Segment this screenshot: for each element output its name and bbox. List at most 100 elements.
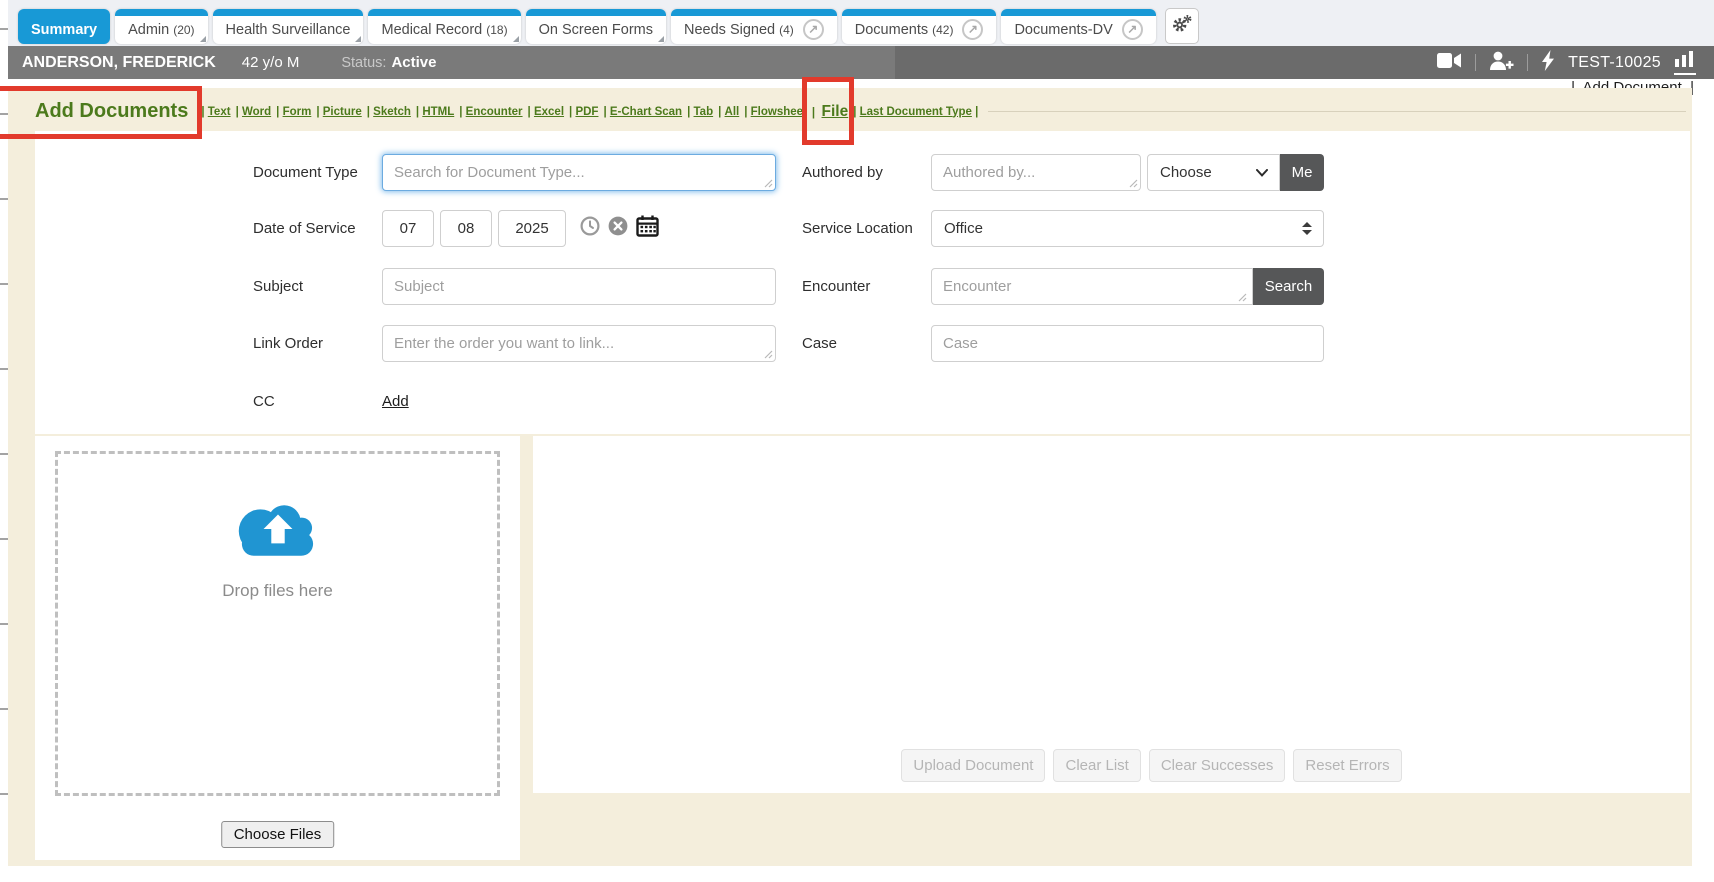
tab-documents-dv[interactable]: Documents-DV ↗ bbox=[1001, 9, 1155, 44]
upload-document-button[interactable]: Upload Document bbox=[901, 749, 1045, 782]
divider bbox=[1527, 54, 1528, 71]
popout-arrow-icon[interactable]: ↗ bbox=[803, 19, 824, 40]
popout-arrow-icon[interactable]: ↗ bbox=[1122, 19, 1143, 40]
tab-documents[interactable]: Documents (42) ↗ bbox=[842, 9, 997, 44]
chevron-down-icon bbox=[1256, 169, 1268, 177]
tab-label: Admin bbox=[128, 22, 169, 38]
clear-successes-button[interactable]: Clear Successes bbox=[1149, 749, 1286, 782]
tab-summary[interactable]: Summary bbox=[18, 9, 110, 44]
case-input[interactable] bbox=[931, 325, 1324, 362]
doc-link-picture[interactable]: Picture bbox=[323, 106, 362, 118]
case-label: Case bbox=[802, 335, 931, 352]
tab-settings-button[interactable] bbox=[1165, 8, 1199, 44]
tab-on-screen-forms[interactable]: On Screen Forms bbox=[526, 9, 666, 44]
ruler-tick bbox=[0, 453, 8, 455]
divider bbox=[1475, 54, 1476, 71]
ruler-tick bbox=[0, 708, 8, 710]
date-year-input[interactable] bbox=[498, 210, 566, 247]
lightning-icon[interactable] bbox=[1541, 50, 1555, 76]
me-button[interactable]: Me bbox=[1280, 154, 1324, 191]
header-divider-line bbox=[988, 111, 1686, 112]
doc-link-last-document-type[interactable]: Last Document Type bbox=[860, 106, 972, 118]
subject-label: Subject bbox=[253, 278, 382, 295]
tab-count: (4) bbox=[779, 23, 794, 37]
tab-count: (18) bbox=[486, 23, 507, 37]
reset-errors-button[interactable]: Reset Errors bbox=[1293, 749, 1401, 782]
ruler-tick bbox=[0, 113, 8, 115]
date-month-input[interactable] bbox=[382, 210, 434, 247]
document-type-links: Text Word Form Picture Sketch HTML Encou… bbox=[196, 103, 1692, 121]
date-day-input[interactable] bbox=[440, 210, 492, 247]
authored-by-label: Authored by bbox=[802, 164, 931, 181]
tab-count: (42) bbox=[932, 23, 953, 37]
bar-chart-icon[interactable] bbox=[1674, 50, 1696, 75]
tab-health-surveillance[interactable]: Health Surveillance bbox=[213, 9, 364, 44]
ruler-tick bbox=[0, 28, 8, 30]
tab-label: Needs Signed bbox=[684, 22, 775, 38]
encounter-label: Encounter bbox=[802, 278, 931, 295]
tab-label: Documents-DV bbox=[1014, 22, 1112, 38]
service-location-label: Service Location bbox=[802, 220, 931, 237]
calendar-icon[interactable] bbox=[636, 215, 659, 242]
link-order-label: Link Order bbox=[253, 335, 382, 352]
video-call-icon[interactable] bbox=[1437, 52, 1462, 74]
ruler-tick bbox=[0, 793, 8, 795]
doc-link-excel[interactable]: Excel bbox=[534, 106, 564, 118]
popout-arrow-icon[interactable]: ↗ bbox=[962, 19, 983, 40]
patient-name: ANDERSON, FREDERICK bbox=[22, 54, 216, 72]
cloud-upload-icon bbox=[232, 498, 324, 567]
cc-add-link[interactable]: Add bbox=[382, 393, 409, 410]
chart-tab-bar: Summary Admin (20) Health Surveillance M… bbox=[8, 0, 1714, 46]
tab-label: On Screen Forms bbox=[539, 22, 653, 38]
doc-link-form[interactable]: Form bbox=[283, 106, 312, 118]
doc-link-sketch[interactable]: Sketch bbox=[373, 106, 411, 118]
choose-select-value: Choose bbox=[1160, 164, 1212, 181]
page-title: Add Documents bbox=[35, 100, 188, 122]
tab-label: Medical Record bbox=[381, 22, 482, 38]
document-type-search-input[interactable] bbox=[382, 154, 776, 191]
date-of-service-label: Date of Service bbox=[253, 220, 382, 237]
doc-link-encounter[interactable]: Encounter bbox=[466, 106, 523, 118]
tab-admin[interactable]: Admin (20) bbox=[115, 9, 207, 44]
ruler-tick bbox=[0, 368, 8, 370]
tab-label: Summary bbox=[31, 22, 97, 38]
file-drop-zone[interactable]: Drop files here bbox=[55, 451, 500, 796]
file-upload-panel: Drop files here Choose Files bbox=[35, 436, 520, 860]
tab-needs-signed[interactable]: Needs Signed (4) ↗ bbox=[671, 9, 837, 44]
service-location-value: Office bbox=[944, 220, 983, 237]
upload-actions: Upload Document Clear List Clear Success… bbox=[533, 749, 1690, 782]
ruler-tick bbox=[0, 198, 8, 200]
add-documents-workspace: Add Documents Text Word Form Picture Ske… bbox=[8, 88, 1692, 866]
clear-list-button[interactable]: Clear List bbox=[1053, 749, 1140, 782]
authored-by-input[interactable] bbox=[931, 154, 1141, 191]
clear-date-icon[interactable] bbox=[608, 216, 628, 241]
doc-link-all[interactable]: All bbox=[725, 106, 740, 118]
doc-link-pdf[interactable]: PDF bbox=[575, 106, 598, 118]
tab-label: Health Surveillance bbox=[226, 22, 351, 38]
doc-link-html[interactable]: HTML bbox=[422, 106, 454, 118]
service-location-select[interactable]: Office bbox=[931, 210, 1324, 247]
doc-link-flowsheet[interactable]: Flowsheet bbox=[751, 106, 807, 118]
doc-link-text[interactable]: Text bbox=[208, 106, 231, 118]
ruler-tick bbox=[0, 623, 8, 625]
tab-count: (20) bbox=[173, 23, 194, 37]
select-updown-icon bbox=[1302, 222, 1312, 235]
gear-icon bbox=[1171, 13, 1193, 40]
authored-by-choose-select[interactable]: Choose bbox=[1147, 154, 1280, 191]
doc-link-echart-scan[interactable]: E-Chart Scan bbox=[610, 106, 682, 118]
choose-files-button[interactable]: Choose Files bbox=[221, 821, 335, 848]
subject-input[interactable] bbox=[382, 268, 776, 305]
cc-label: CC bbox=[253, 393, 382, 410]
doc-link-word[interactable]: Word bbox=[242, 106, 271, 118]
doc-link-tab[interactable]: Tab bbox=[694, 106, 714, 118]
doc-link-file[interactable]: File bbox=[822, 103, 849, 120]
encounter-input[interactable] bbox=[931, 268, 1253, 305]
document-type-label: Document Type bbox=[253, 164, 382, 181]
encounter-search-button[interactable]: Search bbox=[1253, 268, 1324, 305]
ruler-tick bbox=[0, 283, 8, 285]
clock-icon[interactable] bbox=[580, 216, 600, 241]
patient-info-bar: ANDERSON, FREDERICK 42 y/o M Status: Act… bbox=[8, 46, 1714, 79]
link-order-input[interactable] bbox=[382, 325, 776, 362]
add-patient-icon[interactable] bbox=[1489, 51, 1514, 75]
tab-medical-record[interactable]: Medical Record (18) bbox=[368, 9, 520, 44]
